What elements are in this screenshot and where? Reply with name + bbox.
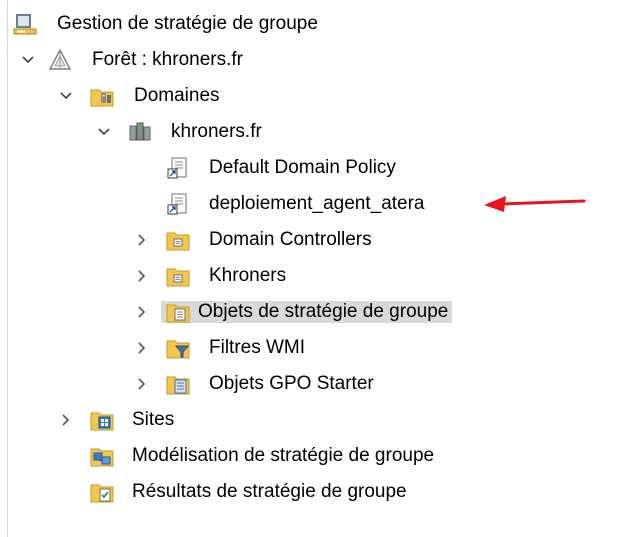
gp-results-icon xyxy=(90,480,114,504)
gpo-folder-icon xyxy=(166,300,190,324)
tree-item-gp-modeling[interactable]: Modélisation de stratégie de groupe xyxy=(0,438,641,474)
tree-item-label: Forêt : khroners.fr xyxy=(92,49,243,70)
tree-item-gpo-link-default[interactable]: Default Domain Policy xyxy=(0,150,641,186)
tree-item-forest[interactable]: Forêt : khroners.fr xyxy=(0,42,641,78)
tree-item-domains[interactable]: Domaines xyxy=(0,78,641,114)
sites-folder-icon xyxy=(90,408,114,432)
chevron-down-icon[interactable] xyxy=(20,52,36,68)
tree-item-label: Sites xyxy=(132,409,175,430)
tree-item-ou-khroners[interactable]: Khroners xyxy=(0,258,641,294)
tree-item-ou-domain-controllers[interactable]: Domain Controllers xyxy=(0,222,641,258)
tree-item-label: Khroners xyxy=(209,265,287,286)
tree-item-gpo-container[interactable]: Objets de stratégie de groupe xyxy=(0,294,641,330)
tree-item-gp-results[interactable]: Résultats de stratégie de groupe xyxy=(0,474,641,510)
ou-folder-icon xyxy=(166,264,190,288)
tree-item-label: deploiement_agent_atera xyxy=(209,193,425,214)
gpo-tree-view[interactable]: Gestion de stratégie de groupe Forêt : k… xyxy=(0,0,641,537)
chevron-right-icon[interactable] xyxy=(134,340,150,356)
tree-item-gpmc-root[interactable]: Gestion de stratégie de groupe xyxy=(0,6,641,42)
tree-item-label: khroners.fr xyxy=(171,121,262,142)
wmi-filter-folder-icon xyxy=(166,336,190,360)
gpo-link-icon xyxy=(166,156,190,180)
tree-item-label: Domain Controllers xyxy=(209,229,372,250)
domain-icon xyxy=(128,120,152,144)
tree-item-label: Objets de stratégie de groupe xyxy=(161,301,453,323)
tree-item-label: Gestion de stratégie de groupe xyxy=(57,13,318,34)
chevron-right-icon[interactable] xyxy=(134,304,150,320)
tree-item-sites[interactable]: Sites xyxy=(0,402,641,438)
domains-folder-icon xyxy=(90,84,114,108)
chevron-down-icon[interactable] xyxy=(58,88,74,104)
tree-item-domain-khroners[interactable]: khroners.fr xyxy=(0,114,641,150)
annotation-arrow xyxy=(484,196,586,212)
gpo-link-icon xyxy=(166,192,190,216)
tree-item-label: Filtres WMI xyxy=(209,337,306,358)
tree-item-label: Objets GPO Starter xyxy=(209,373,374,394)
gp-modeling-icon xyxy=(90,444,114,468)
chevron-right-icon[interactable] xyxy=(134,376,150,392)
tree-item-label: Modélisation de stratégie de groupe xyxy=(132,445,435,466)
tree-item-label: Default Domain Policy xyxy=(209,157,396,178)
gpmc-console-icon xyxy=(13,12,37,36)
chevron-down-icon[interactable] xyxy=(96,124,112,140)
starter-gpo-folder-icon xyxy=(166,372,190,396)
chevron-right-icon[interactable] xyxy=(58,412,74,428)
ou-folder-icon xyxy=(166,228,190,252)
tree-item-label: Résultats de stratégie de groupe xyxy=(132,481,407,502)
chevron-right-icon[interactable] xyxy=(134,268,150,284)
tree-item-label: Domaines xyxy=(134,85,220,106)
forest-icon xyxy=(48,48,72,72)
chevron-right-icon[interactable] xyxy=(134,232,150,248)
tree-item-starter-gpos[interactable]: Objets GPO Starter xyxy=(0,366,641,402)
tree-item-wmi-filters[interactable]: Filtres WMI xyxy=(0,330,641,366)
